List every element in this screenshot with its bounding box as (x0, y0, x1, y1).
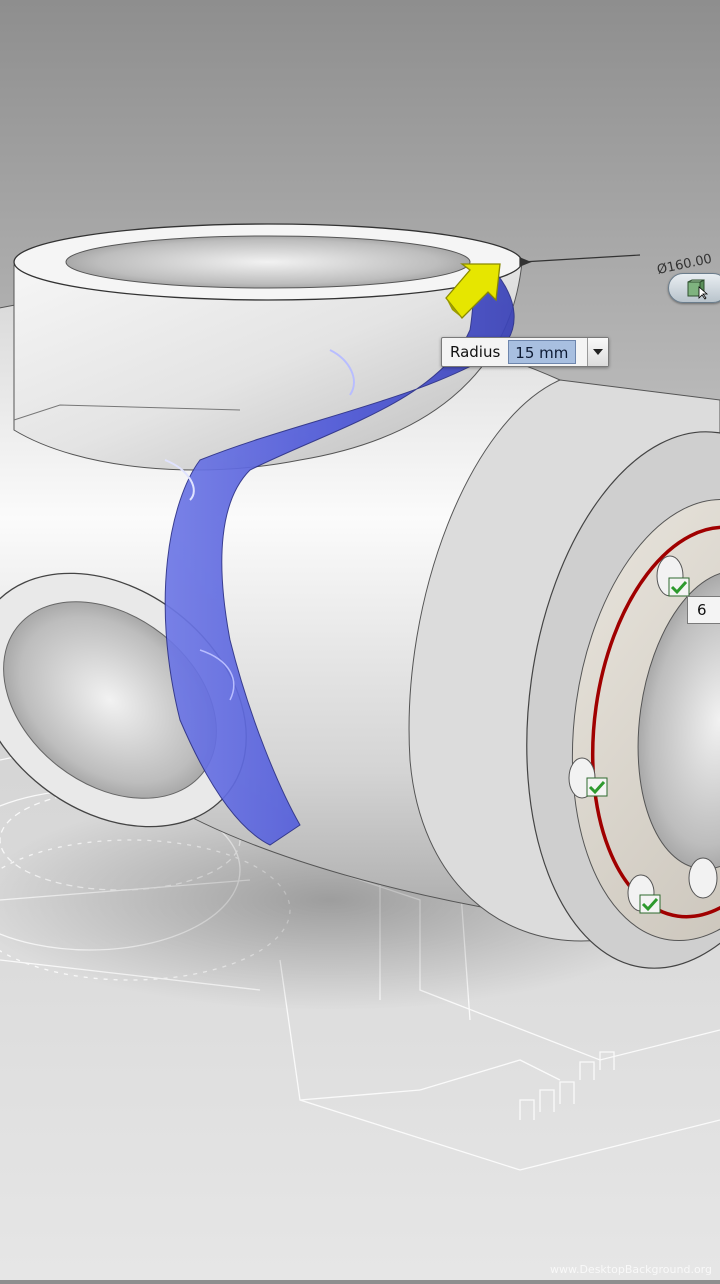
checkmark-icon[interactable] (668, 577, 690, 597)
checkmark-icon[interactable] (639, 894, 661, 914)
view-cube-icon (687, 279, 709, 300)
radius-input[interactable]: 15 mm (508, 340, 577, 364)
radius-dropdown-button[interactable] (587, 338, 608, 366)
model-canvas: Ø160.00 (0, 223, 720, 1171)
radius-label: Radius (450, 343, 501, 361)
checkmark-icon[interactable] (586, 777, 608, 797)
watermark: www.DesktopBackground.org (549, 1263, 712, 1276)
chevron-down-icon (593, 349, 603, 355)
view-cube-button[interactable] (668, 273, 720, 303)
radius-control[interactable]: Radius 15 mm (441, 337, 609, 367)
cad-viewport[interactable]: Ø160.00 (0, 0, 720, 1280)
instance-count-input[interactable]: 6 (687, 596, 720, 624)
dimension-leader (519, 254, 641, 267)
